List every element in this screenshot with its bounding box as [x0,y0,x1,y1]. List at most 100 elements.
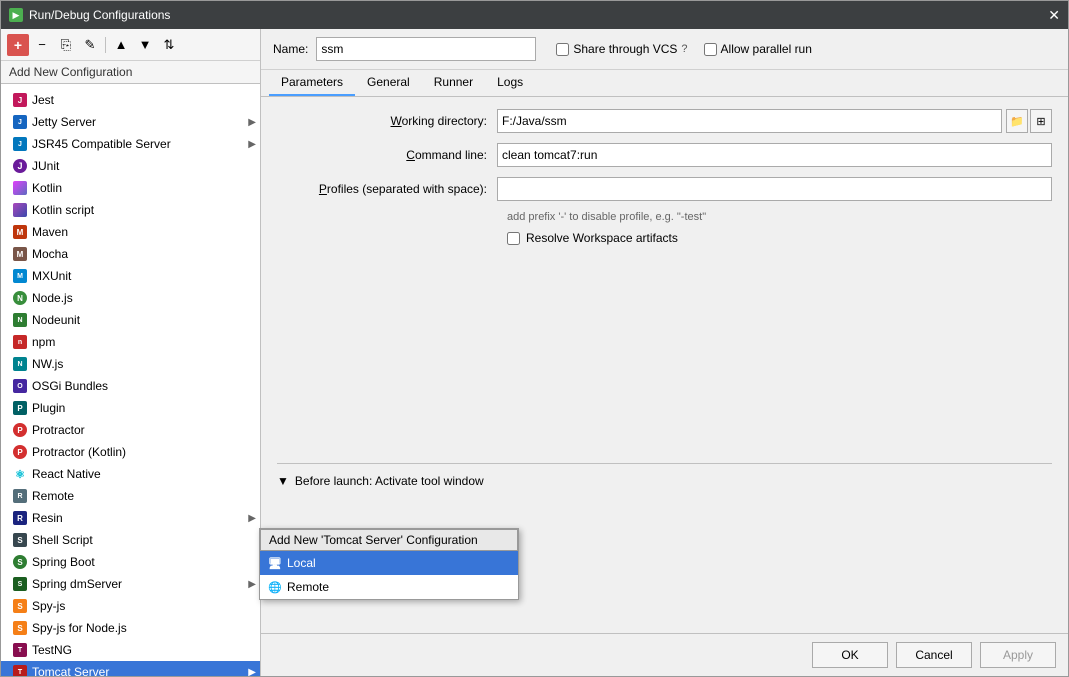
command-line-input[interactable]: clean tomcat7:run [497,143,1052,167]
close-button[interactable]: ✕ [1048,7,1060,24]
list-item-nodeunit[interactable]: N Nodeunit [1,309,260,331]
list-item-spring-dm[interactable]: S Spring dmServer ▶ [1,573,260,595]
tab-logs[interactable]: Logs [485,70,535,96]
share-help-icon[interactable]: ? [681,43,687,55]
springboot-icon: S [13,555,27,569]
move-up-button[interactable]: ▲ [110,34,132,56]
main-content: + − ⎘ ✎ ▲ ▼ ⇅ Add New Configuration J Je… [1,29,1068,676]
profiles-input[interactable] [497,177,1052,201]
list-item-remote[interactable]: R Remote [1,485,260,507]
list-item-kotlin-script[interactable]: Kotlin script [1,199,260,221]
working-directory-input[interactable]: F:/Java/ssm [497,109,1002,133]
before-launch-header[interactable]: ▼ Before launch: Activate tool window [277,472,1052,490]
npm-icon: n [13,335,27,349]
tab-general[interactable]: General [355,70,422,96]
config-type-list: J Jest J Jetty Server ▶ J JSR45 Compatib… [1,87,260,676]
nodejs-icon: N [13,291,27,305]
list-item-kotlin[interactable]: Kotlin [1,177,260,199]
working-directory-label: Working directory: [277,114,497,128]
list-item-label: OSGi Bundles [32,379,252,393]
list-item-label: Tomcat Server [32,665,243,676]
list-item-junit[interactable]: J JUnit [1,155,260,177]
resolve-workspace-checkbox[interactable] [507,232,520,245]
apply-button[interactable]: Apply [980,642,1056,668]
list-item-shell-script[interactable]: S Shell Script [1,529,260,551]
cancel-button[interactable]: Cancel [896,642,972,668]
list-item-label: NW.js [32,357,252,371]
tabs-bar: Parameters General Runner Logs [261,70,1068,97]
list-item-spyjs[interactable]: S Spy-js [1,595,260,617]
sort-button[interactable]: ⇅ [158,34,180,56]
name-input[interactable]: ssm [316,37,536,61]
testng-icon: T [13,643,27,657]
right-header: Name: ssm Share through VCS ? Allow para… [261,29,1068,70]
window-title: Run/Debug Configurations [29,8,170,22]
profiles-hint: add prefix '-' to disable profile, e.g. … [507,211,1052,223]
before-launch-section: ▼ Before launch: Activate tool window [277,463,1052,490]
list-item-label: Protractor (Kotlin) [32,445,252,459]
share-checkbox-area: Share through VCS ? [556,42,687,56]
list-item-resin[interactable]: R Resin ▶ [1,507,260,529]
working-directory-browse-button[interactable]: 📁 [1006,109,1028,133]
bottom-bar: OK Cancel Apply [261,633,1068,676]
arrow-icon: ▶ [248,667,256,677]
react-native-icon: ⚛ [13,467,27,481]
list-item-label: Shell Script [32,533,252,547]
arrow-icon: ▶ [248,117,256,128]
list-item-label: Node.js [32,291,252,305]
list-item-jest[interactable]: J Jest [1,89,260,111]
add-config-button[interactable]: + [7,34,29,56]
list-item-plugin[interactable]: P Plugin [1,397,260,419]
remote-icon: R [13,489,27,503]
list-item-nwjs[interactable]: N NW.js [1,353,260,375]
list-item-mocha[interactable]: M Mocha [1,243,260,265]
profiles-row: Profiles (separated with space): [277,177,1052,201]
arrow-icon: ▶ [248,513,256,524]
list-item-osgi[interactable]: O OSGi Bundles [1,375,260,397]
move-down-button[interactable]: ▼ [134,34,156,56]
list-item-label: JUnit [32,159,252,173]
tab-parameters[interactable]: Parameters [269,70,355,96]
body-spacer [277,255,1052,455]
list-item-label: Protractor [32,423,252,437]
remove-config-button[interactable]: − [31,34,53,56]
before-launch-label: Before launch: Activate tool window [295,474,484,488]
dropdown-local-label: Local [287,556,316,570]
working-directory-icons: 📁 ⊞ [1006,109,1052,133]
share-label: Share through VCS [573,42,677,56]
list-item-label: TestNG [32,643,252,657]
list-item-mxunit[interactable]: M MXUnit [1,265,260,287]
rename-config-button[interactable]: ✎ [79,34,101,56]
list-item-nodejs[interactable]: N Node.js [1,287,260,309]
list-item-spyjs-node[interactable]: S Spy-js for Node.js [1,617,260,639]
list-item-tomcat-server[interactable]: T Tomcat Server ▶ [1,661,260,676]
ok-button[interactable]: OK [812,642,888,668]
list-item-protractor-kotlin[interactable]: P Protractor (Kotlin) [1,441,260,463]
list-item-label: Spring dmServer [32,577,243,591]
list-item-jsr45[interactable]: J JSR45 Compatible Server ▶ [1,133,260,155]
add-tomcat-config-button[interactable]: Add New 'Tomcat Server' Configuration [260,529,518,551]
nwjs-icon: N [13,357,27,371]
local-server-icon: 🖥 [268,556,282,570]
list-item-label: Spring Boot [32,555,252,569]
working-directory-expand-button[interactable]: ⊞ [1030,109,1052,133]
list-item-label: Remote [32,489,252,503]
jsr45-icon: J [13,137,27,151]
list-item-protractor[interactable]: P Protractor [1,419,260,441]
config-toolbar: + − ⎘ ✎ ▲ ▼ ⇅ [1,29,260,61]
copy-config-button[interactable]: ⎘ [55,34,77,56]
list-item-maven[interactable]: M Maven [1,221,260,243]
allow-parallel-checkbox[interactable] [704,43,717,56]
list-item-react-native[interactable]: ⚛ React Native [1,463,260,485]
list-item-spring-boot[interactable]: S Spring Boot [1,551,260,573]
list-item-testng[interactable]: T TestNG [1,639,260,661]
arrow-icon: ▶ [248,139,256,150]
working-directory-row: Working directory: F:/Java/ssm 📁 ⊞ [277,109,1052,133]
list-item-jetty[interactable]: J Jetty Server ▶ [1,111,260,133]
junit-icon: J [13,159,27,173]
list-item-npm[interactable]: n npm [1,331,260,353]
dropdown-item-remote[interactable]: 🌐 Remote [260,575,518,599]
share-checkbox[interactable] [556,43,569,56]
dropdown-item-local[interactable]: 🖥 Local [260,551,518,575]
tab-runner[interactable]: Runner [422,70,485,96]
